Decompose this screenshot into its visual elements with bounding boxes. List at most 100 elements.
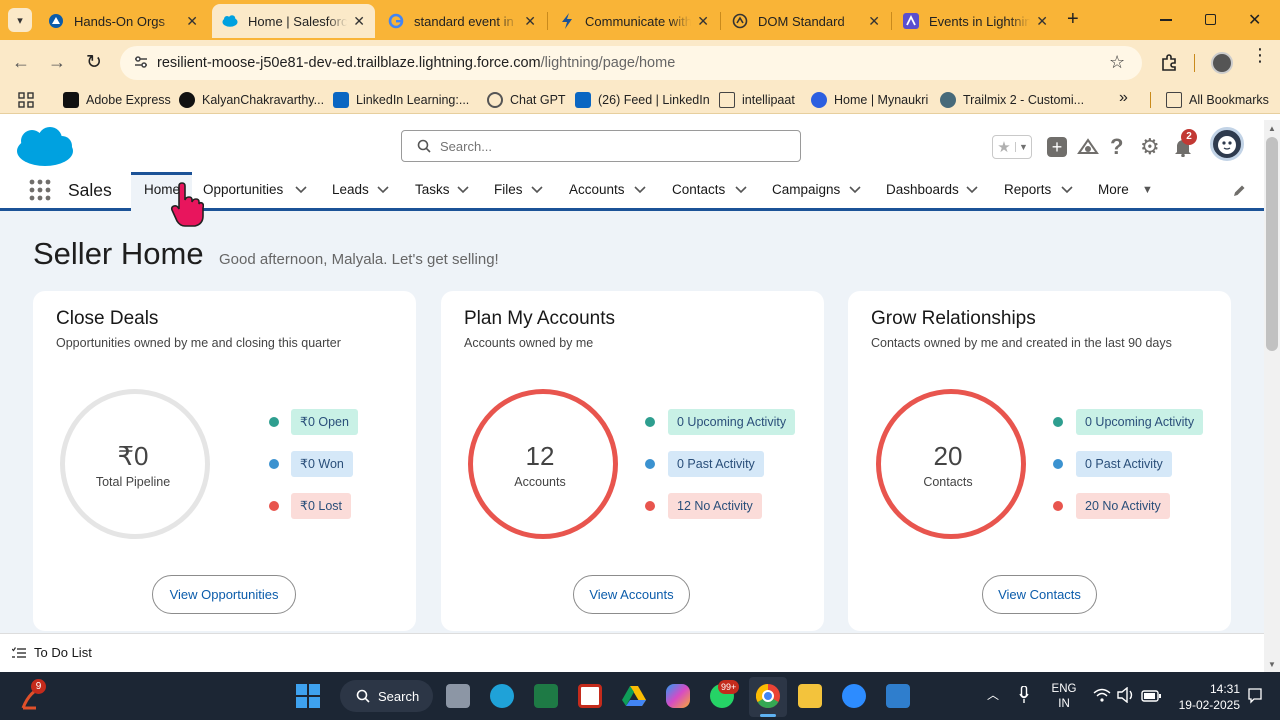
salesforce-logo[interactable]: [15, 126, 75, 168]
language-indicator[interactable]: ENG IN: [1046, 682, 1082, 712]
nav-item-reports[interactable]: Reports: [1004, 182, 1051, 197]
trailhead-guidance-icon[interactable]: [1077, 136, 1099, 158]
window-close-icon[interactable]: ✕: [1248, 10, 1261, 30]
tab-home-salesforce[interactable]: Home | Salesforce ✕: [212, 4, 375, 38]
nav-item-dashboards[interactable]: Dashboards: [886, 182, 959, 197]
taskbar-search-button[interactable]: Search: [340, 680, 433, 712]
tab-communicate-with[interactable]: Communicate with ✕: [549, 4, 719, 38]
status-pill-past[interactable]: 0 Past Activity: [668, 451, 764, 477]
app-launcher-icon[interactable]: [29, 179, 51, 201]
volume-icon[interactable]: [1117, 686, 1135, 704]
new-tab-button[interactable]: +: [1067, 8, 1079, 31]
bookmark-trailmix[interactable]: Trailmix 2 - Customi...: [940, 91, 1084, 109]
close-icon[interactable]: ✕: [353, 13, 365, 30]
microphone-icon[interactable]: [1019, 685, 1029, 704]
setup-gear-icon[interactable]: ⚙: [1140, 134, 1160, 160]
nav-item-campaigns[interactable]: Campaigns: [772, 182, 840, 197]
restore-icon[interactable]: [1205, 14, 1216, 25]
back-arrow-icon[interactable]: ←: [12, 52, 30, 73]
status-pill-no-activity[interactable]: 12 No Activity: [668, 493, 762, 519]
user-avatar[interactable]: [1210, 127, 1244, 161]
tab-search-button[interactable]: ▾: [8, 8, 32, 32]
url-text[interactable]: resilient-moose-j50e81-dev-ed.trailblaze…: [157, 55, 675, 71]
chevron-down-icon[interactable]: [1061, 185, 1073, 195]
status-pill-lost[interactable]: ₹0 Lost: [291, 493, 352, 519]
view-contacts-button[interactable]: View Contacts: [982, 575, 1097, 614]
favorites-star-button[interactable]: ★ ▼: [992, 135, 1032, 159]
profile-avatar[interactable]: [1211, 52, 1233, 74]
nav-item-leads[interactable]: Leads: [332, 182, 369, 197]
chevron-down-icon[interactable]: [377, 185, 389, 195]
status-pill-won[interactable]: ₹0 Won: [291, 451, 353, 477]
status-pill-upcoming[interactable]: 0 Upcoming Activity: [1076, 409, 1204, 435]
notification-center-icon[interactable]: [1248, 688, 1262, 704]
forward-arrow-icon[interactable]: →: [48, 52, 66, 73]
minimize-icon[interactable]: [1160, 19, 1172, 21]
help-icon[interactable]: ?: [1110, 134, 1123, 160]
wifi-icon[interactable]: [1093, 688, 1111, 702]
task-view-icon[interactable]: [446, 684, 470, 708]
status-pill-upcoming[interactable]: 0 Upcoming Activity: [668, 409, 796, 435]
chevron-down-icon[interactable]: [295, 185, 307, 195]
tab-events-in-lightning[interactable]: Events in Lightnin ✕: [893, 4, 1058, 38]
bookmark-adobe-express[interactable]: Adobe Express: [63, 91, 171, 109]
global-search-input[interactable]: Search...: [401, 130, 801, 162]
nav-item-accounts[interactable]: Accounts: [569, 182, 625, 197]
chevron-down-icon[interactable]: [966, 185, 978, 195]
more-bookmarks-icon[interactable]: »: [1119, 89, 1128, 107]
clock[interactable]: 14:31 19-02-2025: [1168, 681, 1240, 713]
bookmark-star-icon[interactable]: ☆: [1109, 52, 1125, 73]
edge-icon[interactable]: [490, 684, 514, 708]
close-icon[interactable]: ✕: [1036, 13, 1048, 30]
chevron-down-icon[interactable]: [849, 185, 861, 195]
show-hidden-icons-chevron[interactable]: ︿: [987, 686, 999, 703]
close-icon[interactable]: ✕: [186, 13, 198, 30]
nav-item-tasks[interactable]: Tasks: [415, 182, 450, 197]
battery-icon[interactable]: [1141, 689, 1161, 702]
chrome-icon[interactable]: [755, 684, 780, 709]
nav-item-more[interactable]: More: [1098, 182, 1129, 197]
apps-grid-icon[interactable]: [18, 92, 34, 108]
windows-start-icon[interactable]: [296, 684, 320, 708]
scrollbar-thumb[interactable]: [1266, 137, 1278, 351]
chevron-down-icon[interactable]: [634, 185, 646, 195]
tab-dom-standard[interactable]: DOM Standard ✕: [722, 4, 890, 38]
google-drive-icon[interactable]: [622, 684, 646, 708]
nav-item-contacts[interactable]: Contacts: [672, 182, 725, 197]
status-pill-open[interactable]: ₹0 Open: [291, 409, 358, 435]
close-icon[interactable]: ✕: [524, 13, 536, 30]
status-pill-no-activity[interactable]: 20 No Activity: [1076, 493, 1170, 519]
nav-item-files[interactable]: Files: [494, 182, 523, 197]
caret-down-icon[interactable]: ▼: [1142, 184, 1153, 196]
reload-icon[interactable]: ↻: [86, 51, 102, 74]
browser-menu-icon[interactable]: ⋮: [1251, 46, 1269, 64]
zoom-icon[interactable]: [842, 684, 866, 708]
excel-icon[interactable]: [534, 684, 558, 708]
global-create-icon[interactable]: +: [1047, 137, 1067, 157]
extensions-icon[interactable]: [1160, 54, 1178, 72]
chevron-down-icon[interactable]: [735, 185, 747, 195]
bookmark-linkedin-learning[interactable]: LinkedIn Learning:...: [333, 91, 469, 109]
status-pill-past[interactable]: 0 Past Activity: [1076, 451, 1172, 477]
bookmark-mynaukri[interactable]: Home | Mynaukri: [811, 91, 928, 109]
copilot-icon[interactable]: [666, 684, 690, 708]
site-info-icon[interactable]: [133, 54, 149, 70]
view-opportunities-button[interactable]: View Opportunities: [152, 575, 296, 614]
bookmark-chatgpt[interactable]: Chat GPT: [487, 91, 566, 109]
bookmark-linkedin-feed[interactable]: (26) Feed | LinkedIn: [575, 91, 710, 109]
scroll-up-icon[interactable]: ▲: [1268, 124, 1276, 133]
bookmark-kalyan[interactable]: KalyanChakravarthy...: [179, 91, 324, 109]
virtualbox-icon[interactable]: [886, 684, 910, 708]
tab-standard-event[interactable]: standard event in ✕: [378, 4, 546, 38]
edit-nav-pencil-icon[interactable]: [1232, 184, 1246, 198]
view-accounts-button[interactable]: View Accounts: [573, 575, 690, 614]
scroll-down-icon[interactable]: ▼: [1268, 660, 1276, 669]
bookmark-intellipaat[interactable]: intellipaat: [719, 91, 795, 109]
file-explorer-icon[interactable]: [798, 684, 822, 708]
nav-item-opportunities[interactable]: Opportunities: [203, 182, 283, 197]
anydesk-icon[interactable]: [578, 684, 602, 708]
todo-list-item[interactable]: To Do List: [11, 645, 92, 660]
close-icon[interactable]: ✕: [697, 13, 709, 30]
chevron-down-icon[interactable]: [457, 185, 469, 195]
all-bookmarks[interactable]: All Bookmarks: [1166, 91, 1269, 109]
